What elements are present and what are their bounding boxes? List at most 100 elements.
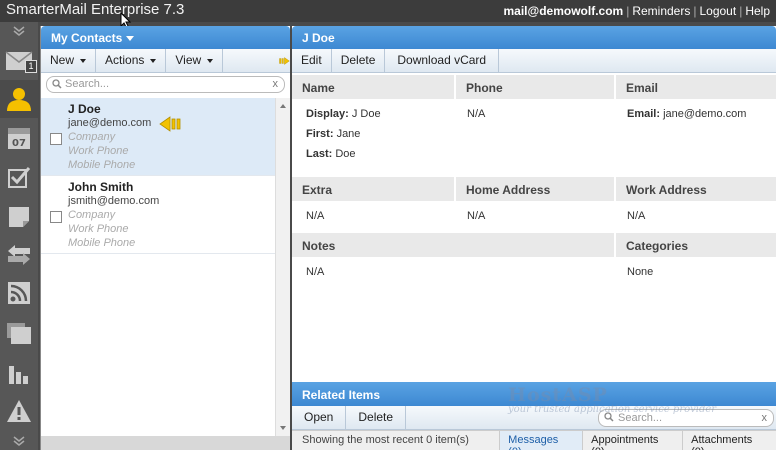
contacts-panel: My Contacts New Actions View Search... x… bbox=[40, 26, 290, 450]
note-icon bbox=[9, 207, 29, 227]
actions-button[interactable]: Actions bbox=[96, 49, 167, 72]
detail-panel-header: J Doe bbox=[292, 26, 776, 49]
rail-rss[interactable] bbox=[0, 274, 38, 312]
contact-work-phone: Work Phone bbox=[68, 223, 129, 235]
rail-alerts[interactable] bbox=[0, 392, 38, 430]
caret-down-icon bbox=[126, 36, 135, 42]
contact-detail-panel: J Doe Edit Delete Download vCard Name Ph… bbox=[292, 26, 776, 450]
contacts-list: J Doe jane@demo.com Company Work Phone M… bbox=[41, 98, 275, 438]
caret-down-icon bbox=[150, 58, 157, 63]
rail-tasks[interactable] bbox=[0, 158, 38, 196]
email-field: Email: jane@demo.com bbox=[627, 108, 747, 120]
contact-checkbox[interactable] bbox=[50, 133, 62, 145]
contacts-search-input[interactable]: Search... x bbox=[46, 76, 285, 93]
related-items-title: Related Items bbox=[292, 382, 776, 406]
reminders-link[interactable]: Reminders bbox=[632, 4, 690, 18]
delete-related-button[interactable]: Delete bbox=[346, 406, 407, 429]
rail-notes[interactable] bbox=[0, 198, 38, 236]
top-links: mail@demowolf.com | Reminders | Logout | Help bbox=[503, 4, 770, 18]
clear-related-search-button[interactable]: x bbox=[762, 410, 768, 426]
tab-attachments[interactable]: Attachments (0) bbox=[683, 431, 776, 450]
module-rail: 1 07 bbox=[0, 22, 38, 450]
detail-toolbar: Edit Delete Download vCard bbox=[292, 49, 776, 73]
tab-appointments[interactable]: Appointments (0) bbox=[583, 431, 684, 450]
download-vcard-button[interactable]: Download vCard bbox=[385, 49, 500, 72]
contact-email: jsmith@demo.com bbox=[68, 195, 160, 207]
related-items-panel: Related Items Open Delete Search... x Sh… bbox=[292, 382, 776, 450]
top-bar: SmarterMail Enterprise 7.3 mail@demowolf… bbox=[0, 0, 776, 30]
section-notes-heading: Notes bbox=[292, 233, 614, 257]
new-button[interactable]: New bbox=[41, 49, 97, 72]
tab-messages[interactable]: Messages (0) bbox=[500, 431, 584, 450]
user-email: mail@demowolf.com bbox=[503, 4, 624, 18]
scroll-down-icon[interactable] bbox=[280, 426, 286, 430]
rail-reports[interactable] bbox=[0, 354, 38, 392]
categories-value: None bbox=[627, 266, 654, 278]
delete-contact-button[interactable]: Delete bbox=[332, 49, 386, 72]
svg-text:07: 07 bbox=[12, 138, 26, 149]
calendar-icon: 07 bbox=[8, 128, 30, 149]
related-search-input[interactable]: Search... x bbox=[598, 409, 774, 427]
view-button[interactable]: View bbox=[166, 49, 224, 72]
home-address-value: N/A bbox=[467, 210, 486, 222]
rail-expand-button[interactable] bbox=[0, 432, 38, 450]
double-chevron-down-icon bbox=[13, 26, 25, 36]
open-button[interactable]: Open bbox=[292, 406, 347, 429]
rss-icon bbox=[8, 282, 30, 304]
logout-link[interactable]: Logout bbox=[699, 4, 736, 18]
work-address-value: N/A bbox=[627, 210, 646, 222]
double-chevron-down-icon bbox=[13, 436, 25, 446]
section-phone-heading: Phone bbox=[454, 75, 614, 99]
clear-search-button[interactable]: x bbox=[273, 77, 279, 92]
section-extra-heading: Extra bbox=[292, 177, 454, 201]
rail-files[interactable] bbox=[0, 314, 38, 352]
contacts-panel-title: My Contacts bbox=[51, 31, 123, 45]
contacts-scrollbar[interactable] bbox=[275, 98, 290, 436]
related-items-footer: Showing the most recent 0 item(s) Messag… bbox=[292, 430, 776, 450]
bar-chart-icon bbox=[9, 366, 28, 384]
notes-value: N/A bbox=[306, 266, 325, 278]
contacts-panel-footer bbox=[41, 436, 290, 450]
rail-sync[interactable] bbox=[0, 236, 38, 274]
mail-unread-badge: 1 bbox=[25, 60, 37, 73]
caret-down-icon bbox=[207, 58, 214, 63]
contacts-toolbar: New Actions View bbox=[41, 49, 290, 73]
contact-work-phone: Work Phone bbox=[68, 145, 129, 157]
related-items-toolbar: Open Delete Search... x bbox=[292, 406, 776, 430]
pointer-arrow-right-icon bbox=[279, 57, 290, 65]
last-name-field: Last: Doe bbox=[306, 148, 356, 160]
section-email-heading: Email bbox=[614, 75, 776, 99]
pointer-arrow-left-icon bbox=[159, 116, 181, 132]
caret-down-icon bbox=[80, 58, 87, 63]
section-home-address-heading: Home Address bbox=[454, 177, 614, 201]
display-name-field: Display: J Doe bbox=[306, 108, 381, 120]
person-icon bbox=[7, 88, 31, 111]
contact-row[interactable]: John Smith jsmith@demo.com Company Work … bbox=[41, 176, 275, 254]
rail-calendar[interactable]: 07 bbox=[0, 118, 38, 156]
app-title: SmarterMail Enterprise 7.3 bbox=[6, 1, 185, 18]
extra-value: N/A bbox=[306, 210, 325, 222]
related-status-text: Showing the most recent 0 item(s) bbox=[292, 431, 501, 450]
help-link[interactable]: Help bbox=[745, 4, 770, 18]
contact-mobile-phone: Mobile Phone bbox=[68, 237, 136, 249]
search-icon bbox=[604, 412, 614, 422]
edit-button[interactable]: Edit bbox=[292, 49, 332, 72]
folders-icon bbox=[7, 323, 31, 344]
contact-row[interactable]: J Doe jane@demo.com Company Work Phone M… bbox=[41, 98, 275, 176]
checkbox-task-icon bbox=[8, 167, 31, 188]
contact-name: J Doe bbox=[68, 102, 101, 116]
section-categories-heading: Categories bbox=[614, 233, 776, 257]
my-contacts-dropdown[interactable]: My Contacts bbox=[41, 26, 290, 49]
rail-collapse-button[interactable] bbox=[0, 22, 38, 40]
scroll-up-icon[interactable] bbox=[280, 104, 286, 108]
phone-value: N/A bbox=[467, 108, 486, 120]
email-value-link[interactable]: jane@demo.com bbox=[663, 108, 746, 120]
contact-mobile-phone: Mobile Phone bbox=[68, 159, 136, 171]
detail-title: J Doe bbox=[302, 31, 335, 45]
contact-company: Company bbox=[68, 209, 116, 221]
warning-triangle-icon bbox=[7, 400, 31, 422]
contact-name: John Smith bbox=[68, 180, 134, 194]
rail-contacts[interactable] bbox=[0, 80, 38, 118]
contact-checkbox[interactable] bbox=[50, 211, 62, 223]
first-name-field: First: Jane bbox=[306, 128, 361, 140]
